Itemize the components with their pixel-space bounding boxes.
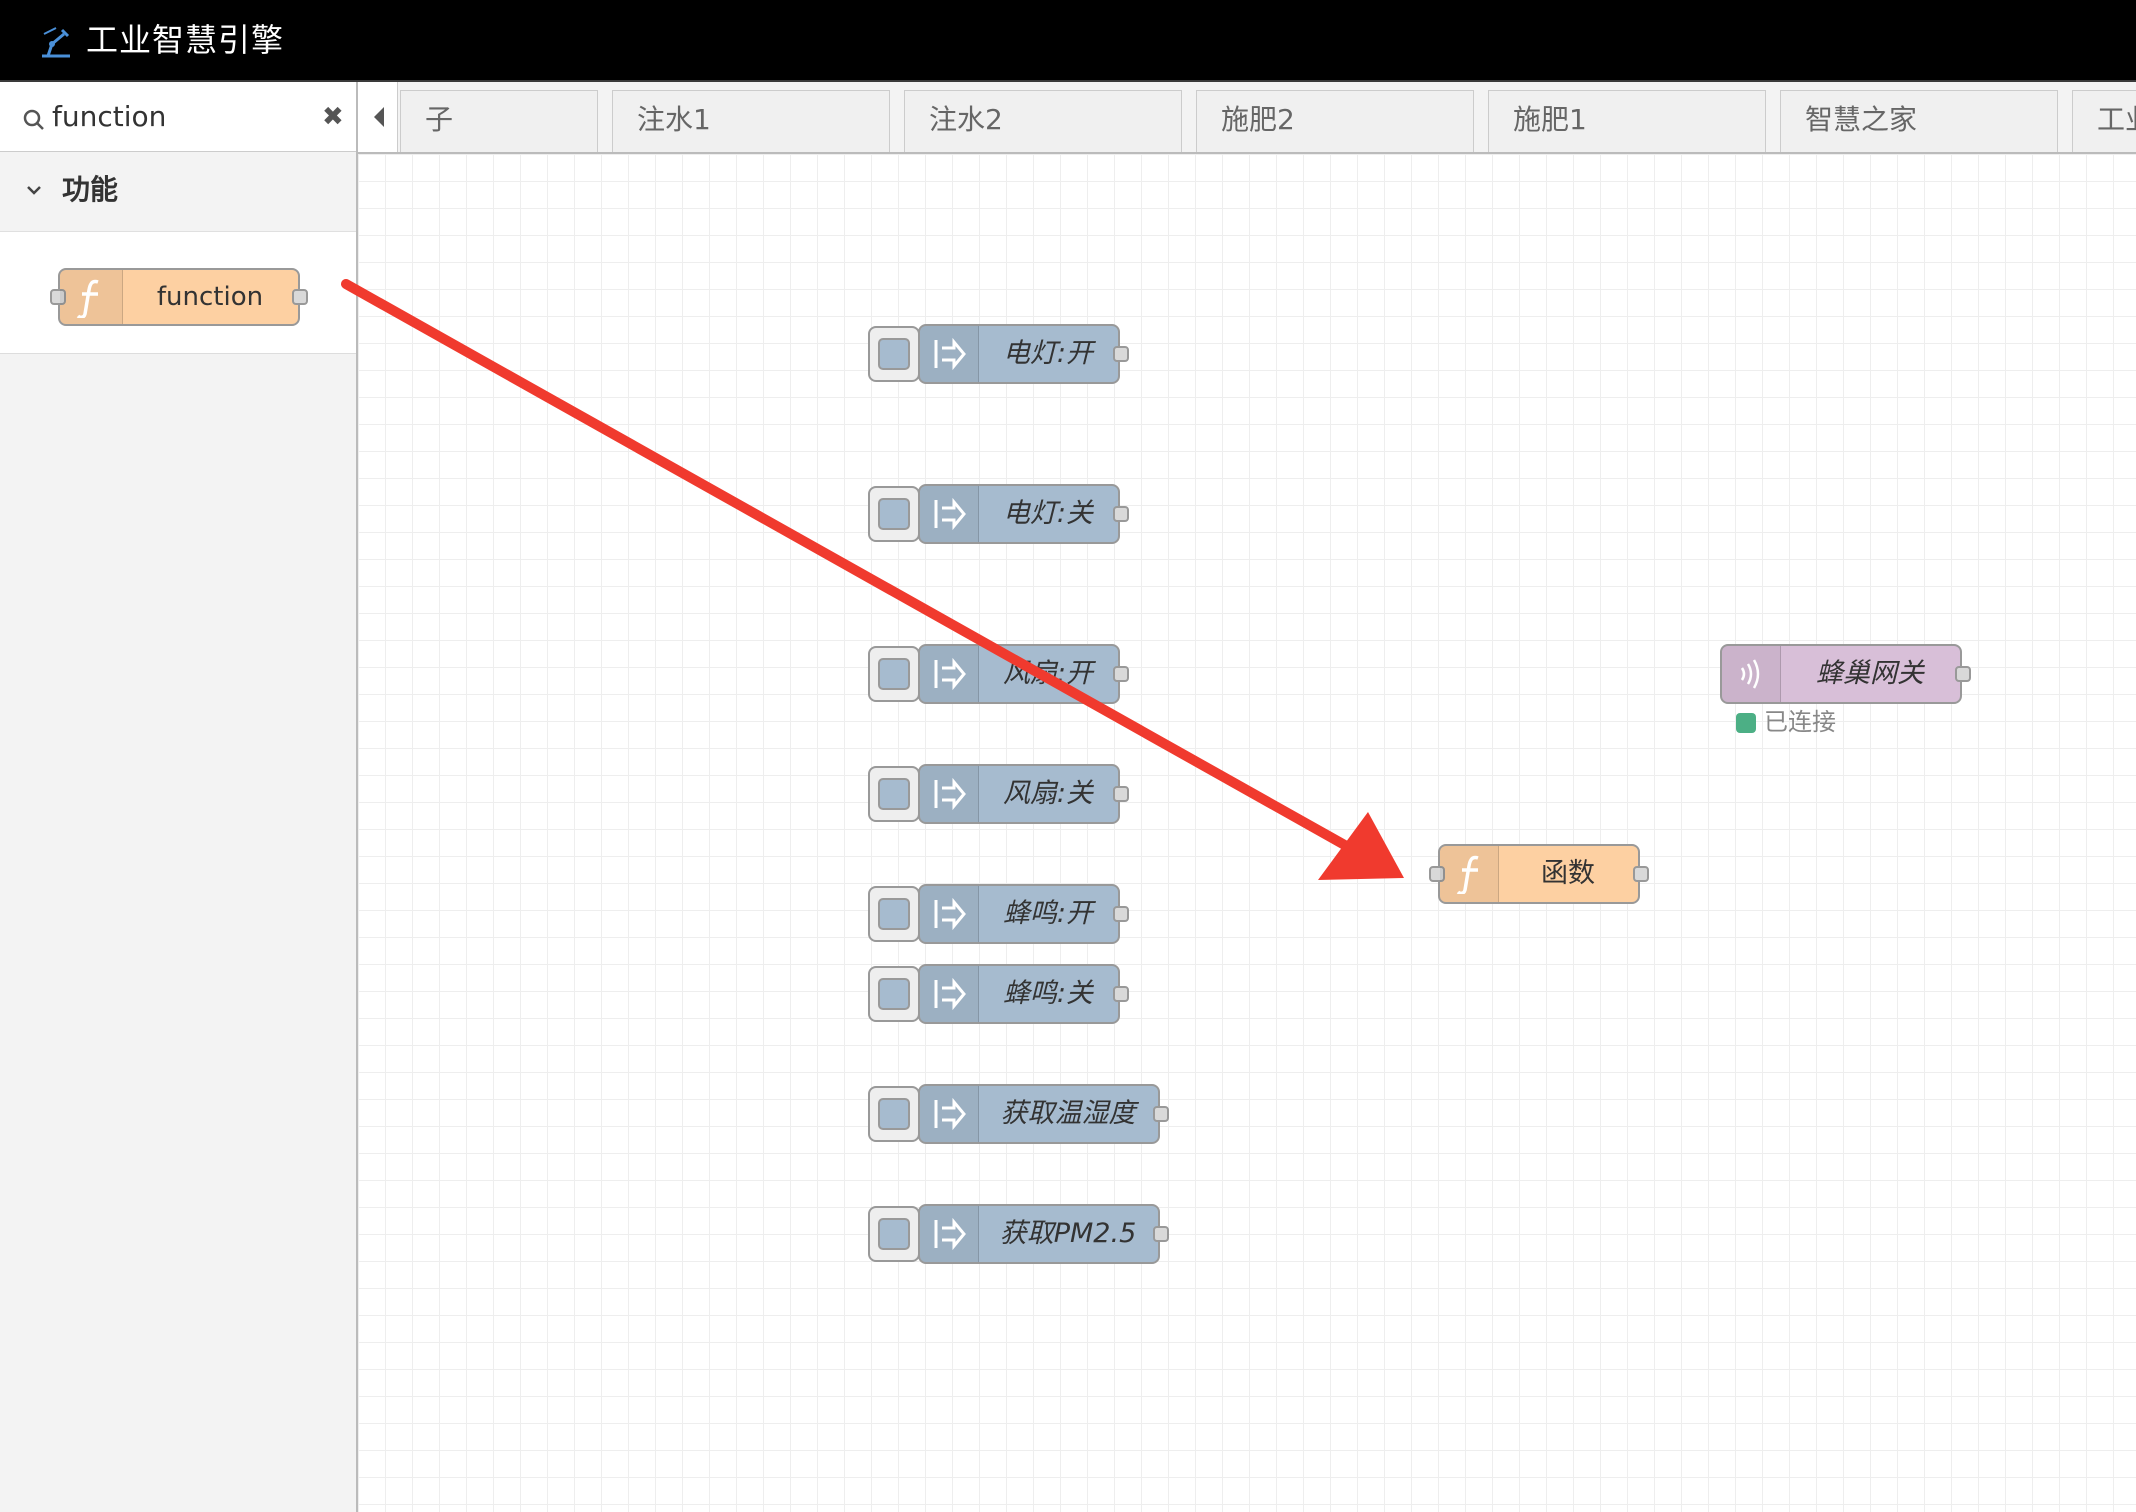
close-icon[interactable]: ✖ xyxy=(322,102,344,132)
tab-scroll-left-button[interactable] xyxy=(358,82,398,152)
inject-node-label: 风扇:关 xyxy=(1002,778,1094,809)
inject-node-label: 电灯:开 xyxy=(1002,338,1094,369)
function-node[interactable]: 函数 xyxy=(1429,844,1649,904)
palette-node-label: function xyxy=(156,282,264,312)
tab-flow[interactable]: 施肥2 xyxy=(1196,90,1474,152)
node-output-port[interactable] xyxy=(1153,1106,1169,1122)
tab-flow[interactable]: 施肥1 xyxy=(1488,90,1766,152)
tab-flow[interactable]: 注水2 xyxy=(904,90,1182,152)
node-output-port[interactable] xyxy=(292,289,308,305)
inject-trigger-button[interactable] xyxy=(868,1086,920,1142)
inject-node-label: 获取温湿度 xyxy=(1000,1098,1136,1129)
palette-node-function[interactable]: function xyxy=(50,268,308,326)
tab-flow[interactable]: 子 xyxy=(400,90,598,152)
flow-workspace[interactable]: 电灯:开 电灯:关 风扇:开 风扇:关 蜂鸣:开 蜂鸣:关 获取温湿度 获取PM… xyxy=(358,154,2136,1512)
function-icon xyxy=(76,279,99,318)
inject-trigger-button[interactable] xyxy=(868,326,920,382)
inject-arrow-icon xyxy=(934,337,966,371)
node-output-port[interactable] xyxy=(1955,666,1971,682)
search-input[interactable]: function xyxy=(52,100,166,134)
inject-trigger-button[interactable] xyxy=(868,646,920,702)
inject-node[interactable]: 蜂鸣:关 xyxy=(918,964,1129,1024)
inject-arrow-icon xyxy=(934,1097,966,1131)
app-title: 工业智慧引擎 xyxy=(86,21,285,59)
node-output-port[interactable] xyxy=(1113,906,1129,922)
node-output-port[interactable] xyxy=(1153,1226,1169,1242)
tab-flow[interactable]: 注水1 xyxy=(612,90,890,152)
palette-category-body: function xyxy=(0,232,356,354)
inject-arrow-icon xyxy=(934,1217,966,1251)
node-output-port[interactable] xyxy=(1113,346,1129,362)
caret-left-icon xyxy=(374,107,384,127)
zigbee-gateway-node[interactable]: 蜂巢网关 xyxy=(1720,644,1971,704)
inject-node-label: 蜂鸣:关 xyxy=(1002,978,1094,1009)
inject-trigger-button[interactable] xyxy=(868,886,920,942)
node-icon-area xyxy=(60,270,123,324)
inject-node[interactable]: 获取温湿度 xyxy=(918,1084,1169,1144)
inject-arrow-icon xyxy=(934,977,966,1011)
palette-search-bar[interactable]: function ✖ xyxy=(0,82,356,152)
inject-node[interactable]: 风扇:开 xyxy=(918,644,1129,704)
inject-node-label: 获取PM2.5 xyxy=(999,1218,1137,1249)
robot-arm-icon xyxy=(42,27,70,58)
inject-trigger-button[interactable] xyxy=(868,966,920,1022)
palette-category-header[interactable]: 功能 xyxy=(0,152,356,232)
chevron-down-icon xyxy=(27,186,41,195)
node-output-port[interactable] xyxy=(1633,866,1649,882)
gateway-status: 已连接 xyxy=(1736,708,1876,736)
category-label: 功能 xyxy=(62,173,119,206)
zigbee-signal-icon xyxy=(1740,659,1760,689)
inject-node[interactable]: 获取PM2.5 xyxy=(918,1204,1169,1264)
search-icon xyxy=(23,109,44,130)
inject-node[interactable]: 蜂鸣:开 xyxy=(918,884,1129,944)
status-dot xyxy=(1736,713,1756,733)
inject-trigger-button[interactable] xyxy=(868,486,920,542)
inject-arrow-icon xyxy=(934,777,966,811)
function-node-label: 函数 xyxy=(1541,858,1595,889)
inject-trigger-button[interactable] xyxy=(868,766,920,822)
node-output-port[interactable] xyxy=(1113,986,1129,1002)
inject-node-label: 电灯:关 xyxy=(1002,498,1094,529)
node-output-port[interactable] xyxy=(1113,506,1129,522)
inject-node-label: 蜂鸣:开 xyxy=(1002,898,1094,929)
app-header: 工业智慧引擎 xyxy=(0,0,2136,82)
inject-node[interactable]: 电灯:开 xyxy=(918,324,1129,384)
inject-trigger-button[interactable] xyxy=(868,1206,920,1262)
function-icon xyxy=(1456,855,1479,894)
inject-node-label: 风扇:开 xyxy=(1002,658,1094,689)
inject-node[interactable]: 电灯:关 xyxy=(918,484,1129,544)
status-text: 已连接 xyxy=(1764,708,1836,736)
inject-arrow-icon xyxy=(934,497,966,531)
node-output-port[interactable] xyxy=(1113,666,1129,682)
inject-node[interactable]: 风扇:关 xyxy=(918,764,1129,824)
flow-tab-bar: 子 注水1 注水2 施肥2 施肥1 智慧之家 工业 xyxy=(358,82,2136,154)
inject-arrow-icon xyxy=(934,657,966,691)
tab-flow[interactable]: 工业 xyxy=(2072,90,2136,152)
node-output-port[interactable] xyxy=(1113,786,1129,802)
tab-flow[interactable]: 智慧之家 xyxy=(1780,90,2058,152)
node-palette: function ✖ 功能 function xyxy=(0,82,358,1512)
gateway-node-label: 蜂巢网关 xyxy=(1816,658,1924,689)
inject-arrow-icon xyxy=(934,897,966,931)
